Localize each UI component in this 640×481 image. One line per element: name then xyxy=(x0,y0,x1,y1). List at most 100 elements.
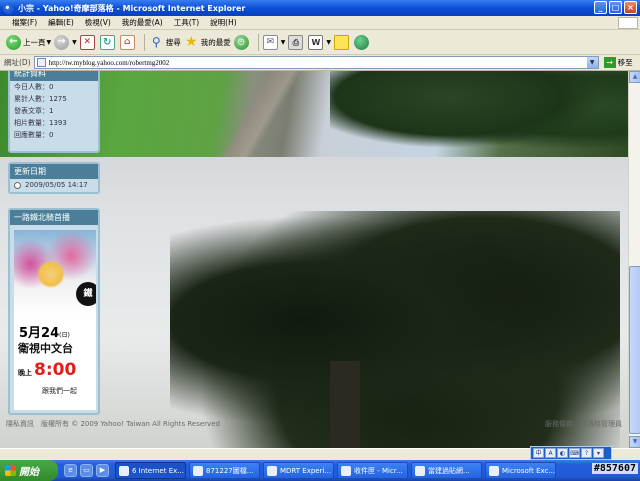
url-input[interactable] xyxy=(48,57,569,68)
task-folder[interactable]: 871227圖檔... xyxy=(189,462,260,479)
start-button[interactable]: 開始 xyxy=(0,460,58,481)
task-mdrt[interactable]: MDRT Experi... xyxy=(263,462,334,479)
page-footer: 隱私資訊 版權所有 © 2009 Yahoo! Taiwan All Right… xyxy=(0,419,628,433)
mail-button[interactable]: ✉ ▼ xyxy=(262,32,286,52)
favorites-button[interactable]: ★ 我的最愛 xyxy=(184,32,231,52)
mail-icon xyxy=(415,465,425,476)
footer-copyright[interactable]: 隱私資訊 版權所有 © 2009 Yahoo! Taiwan All Right… xyxy=(6,419,220,433)
chevron-down-icon[interactable]: ▼ xyxy=(326,39,331,46)
language-bar[interactable]: 中 A ◐ ⌨ ? ▾ xyxy=(530,446,612,460)
address-field[interactable]: ▼ xyxy=(33,56,599,69)
promo-logo: 鐵 xyxy=(76,282,96,306)
history-icon: ◷ xyxy=(233,34,249,50)
task-excel[interactable]: Microsoft Exc... xyxy=(485,462,556,479)
messenger-icon xyxy=(354,34,369,50)
desktop-quicklaunch-icon[interactable]: ▭ xyxy=(80,464,93,477)
refresh-icon: ↻ xyxy=(99,34,115,50)
menu-tools[interactable]: 工具(T) xyxy=(174,17,199,28)
updated-panel: 更新日期 2009/05/05 14:17 xyxy=(8,162,100,194)
background-photo-path xyxy=(200,71,320,157)
promo-time-value: 8:00 xyxy=(34,360,77,380)
task-internet-explorer[interactable]: 6 Internet Ex... xyxy=(115,462,186,479)
ie-icon xyxy=(119,465,129,476)
address-label: 網址(D) xyxy=(4,58,31,67)
folder-icon xyxy=(267,465,277,476)
task-label: 871227圖檔... xyxy=(206,466,254,475)
address-bar: 網址(D) ▼ → 移至 xyxy=(0,55,640,71)
updated-date: 2009/05/05 14:17 xyxy=(25,181,88,189)
favorites-label: 我的最愛 xyxy=(200,37,231,47)
menu-edit[interactable]: 編輯(E) xyxy=(48,17,74,28)
back-button[interactable]: ← 上一頁 ▼ xyxy=(6,32,51,52)
toolbar-separator xyxy=(143,33,145,51)
clock-icon xyxy=(14,181,21,189)
task-mail-compose[interactable]: 當建過貼網... xyxy=(411,462,482,479)
ime-icon[interactable]: A xyxy=(545,448,556,458)
menu-bar: 檔案(F) 編輯(E) 檢視(V) 我的最愛(A) 工具(T) 說明(H) xyxy=(0,16,640,30)
promo-banner[interactable]: 鐵 5月24(日) 衛視中文台 晚上 8:00 跟我們一起 xyxy=(14,230,96,410)
edit-icon: W xyxy=(308,34,324,50)
menu-help[interactable]: 說明(H) xyxy=(210,17,237,28)
ie-quicklaunch-icon[interactable]: e xyxy=(64,464,77,477)
stat-today: 今日人數：0 xyxy=(14,83,54,91)
stop-icon: ✕ xyxy=(79,34,95,50)
menu-file[interactable]: 檔案(F) xyxy=(12,17,37,28)
close-button[interactable]: × xyxy=(624,1,637,14)
help-icon[interactable]: ? xyxy=(581,448,592,458)
scroll-down-icon[interactable]: ▼ xyxy=(629,436,640,448)
options-icon[interactable]: ▾ xyxy=(593,448,604,458)
standard-toolbar: ← 上一頁 ▼ → ▼ ✕ ↻ ⌂ ⚲ 搜尋 ★ 我的最愛 ◷ ✉ ▼ ⎙ W … xyxy=(0,30,640,55)
chevron-down-icon[interactable]: ▼ xyxy=(586,57,598,68)
chevron-down-icon[interactable]: ▼ xyxy=(47,39,52,46)
internet-explorer-icon xyxy=(3,2,14,14)
messenger-button[interactable] xyxy=(354,32,371,52)
background-photo-tree xyxy=(170,211,620,448)
stat-total: 累計人數：1275 xyxy=(14,95,67,103)
ime-mode-icon[interactable]: ◐ xyxy=(557,448,568,458)
history-button[interactable]: ◷ xyxy=(233,32,251,52)
folder-icon xyxy=(193,465,203,476)
lang-icon[interactable]: 中 xyxy=(533,448,544,458)
quick-launch: e ▭ ▶ xyxy=(64,464,109,477)
vertical-scrollbar[interactable]: ▲ ▼ xyxy=(628,71,640,448)
promo-date-value: 5月24 xyxy=(19,326,60,341)
softkbd-icon[interactable]: ⌨ xyxy=(569,448,580,458)
print-button[interactable]: ⎙ xyxy=(288,32,305,52)
promo-time: 晚上 8:00 xyxy=(18,360,76,380)
stat-comments: 回應數量：0 xyxy=(14,131,54,139)
back-label: 上一頁 xyxy=(23,37,46,47)
promo-time-prefix: 晚上 xyxy=(18,369,32,377)
footer-links[interactable]: 服務條款 部落格管理員 xyxy=(545,419,622,433)
forward-arrow-icon: → xyxy=(54,34,70,50)
task-inbox[interactable]: 收件匣 - Micr... xyxy=(337,462,408,479)
menu-view[interactable]: 檢視(V) xyxy=(85,17,111,28)
print-icon: ⎙ xyxy=(288,34,304,50)
outlook-icon xyxy=(341,465,351,476)
stat-photos: 相片數量：1393 xyxy=(14,119,67,127)
forward-button[interactable]: → ▼ xyxy=(54,32,77,52)
minimize-button[interactable]: _ xyxy=(594,1,607,14)
chevron-down-icon[interactable]: ▼ xyxy=(72,39,77,46)
menu-favorites[interactable]: 我的最愛(A) xyxy=(122,17,163,28)
star-icon: ★ xyxy=(184,33,198,50)
search-button[interactable]: ⚲ 搜尋 xyxy=(149,32,181,52)
promo-title: 一路鐵北騎首播 xyxy=(10,210,98,225)
stop-button[interactable]: ✕ xyxy=(79,32,97,52)
scroll-thumb[interactable] xyxy=(629,266,640,434)
stat-posts: 發表文章：1 xyxy=(14,107,54,115)
promo-date-suffix: (日) xyxy=(59,332,70,339)
maximize-button[interactable]: □ xyxy=(609,1,622,14)
edit-button[interactable]: W ▼ xyxy=(308,32,331,52)
search-label: 搜尋 xyxy=(165,37,181,47)
promo-date: 5月24(日) xyxy=(19,322,70,341)
media-quicklaunch-icon[interactable]: ▶ xyxy=(96,464,109,477)
home-button[interactable]: ⌂ xyxy=(119,32,137,52)
go-button[interactable]: → 移至 xyxy=(603,57,633,68)
background-photo-treetops xyxy=(330,71,628,157)
scroll-up-icon[interactable]: ▲ xyxy=(629,71,640,83)
home-icon: ⌂ xyxy=(119,34,135,50)
refresh-button[interactable]: ↻ xyxy=(99,32,117,52)
chevron-down-icon[interactable]: ▼ xyxy=(281,39,286,46)
taskbar: 開始 e ▭ ▶ 6 Internet Ex... 871227圖檔... MD… xyxy=(0,460,640,481)
notes-button[interactable] xyxy=(334,32,351,52)
